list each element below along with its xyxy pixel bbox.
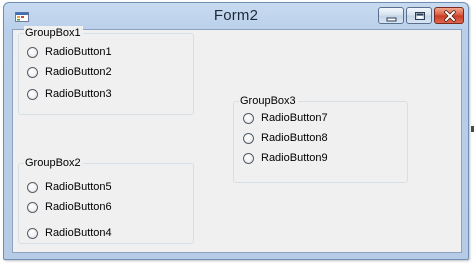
radio-button-4-label[interactable]: RadioButton4 bbox=[45, 227, 112, 239]
radio-circle-icon[interactable] bbox=[243, 152, 254, 164]
radio-button-9-label[interactable]: RadioButton9 bbox=[261, 152, 328, 164]
radio-button-6[interactable]: RadioButton6 bbox=[27, 200, 112, 214]
radio-circle-icon[interactable] bbox=[243, 112, 254, 124]
groupbox-3: GroupBox3 RadioButton7 RadioButton8 Radi… bbox=[233, 94, 408, 183]
maximize-icon bbox=[415, 12, 425, 20]
radio-circle-icon[interactable] bbox=[27, 201, 38, 213]
groupbox-2: GroupBox2 RadioButton5 RadioButton6 Radi… bbox=[18, 156, 194, 244]
radio-button-9[interactable]: RadioButton9 bbox=[243, 151, 328, 165]
radio-button-7-label[interactable]: RadioButton7 bbox=[261, 112, 328, 124]
radio-button-5-label[interactable]: RadioButton5 bbox=[45, 181, 112, 193]
maximize-button[interactable] bbox=[406, 7, 432, 24]
radio-button-2[interactable]: RadioButton2 bbox=[27, 65, 112, 79]
radio-button-3-label[interactable]: RadioButton3 bbox=[45, 88, 112, 100]
radio-button-3[interactable]: RadioButton3 bbox=[27, 87, 112, 101]
groupbox-3-label: GroupBox3 bbox=[239, 94, 298, 108]
groupbox-2-label: GroupBox2 bbox=[24, 156, 83, 170]
close-button[interactable] bbox=[434, 7, 464, 24]
radio-button-7[interactable]: RadioButton7 bbox=[243, 111, 328, 125]
minimize-button[interactable] bbox=[378, 7, 404, 24]
radio-button-1[interactable]: RadioButton1 bbox=[27, 45, 112, 59]
radio-circle-icon[interactable] bbox=[27, 46, 38, 58]
radio-button-4[interactable]: RadioButton4 bbox=[27, 226, 112, 240]
radio-button-2-label[interactable]: RadioButton2 bbox=[45, 66, 112, 78]
radio-button-1-label[interactable]: RadioButton1 bbox=[45, 46, 112, 58]
radio-button-8-label[interactable]: RadioButton8 bbox=[261, 132, 328, 144]
radio-circle-icon[interactable] bbox=[27, 227, 38, 239]
groupbox-1: GroupBox1 RadioButton1 RadioButton2 Radi… bbox=[18, 26, 194, 115]
radio-button-6-label[interactable]: RadioButton6 bbox=[45, 201, 112, 213]
form-window: Form2 GroupBox1 RadioButton1 RadioButton… bbox=[3, 2, 469, 260]
radio-circle-icon[interactable] bbox=[243, 132, 254, 144]
radio-button-5[interactable]: RadioButton5 bbox=[27, 180, 112, 194]
minimize-icon bbox=[386, 17, 397, 22]
radio-circle-icon[interactable] bbox=[27, 181, 38, 193]
radio-button-8[interactable]: RadioButton8 bbox=[243, 131, 328, 145]
form-client-area: GroupBox1 RadioButton1 RadioButton2 Radi… bbox=[12, 26, 462, 253]
radio-circle-icon[interactable] bbox=[27, 88, 38, 100]
close-icon bbox=[444, 10, 456, 22]
groupbox-1-label: GroupBox1 bbox=[24, 26, 83, 40]
radio-circle-icon[interactable] bbox=[27, 66, 38, 78]
